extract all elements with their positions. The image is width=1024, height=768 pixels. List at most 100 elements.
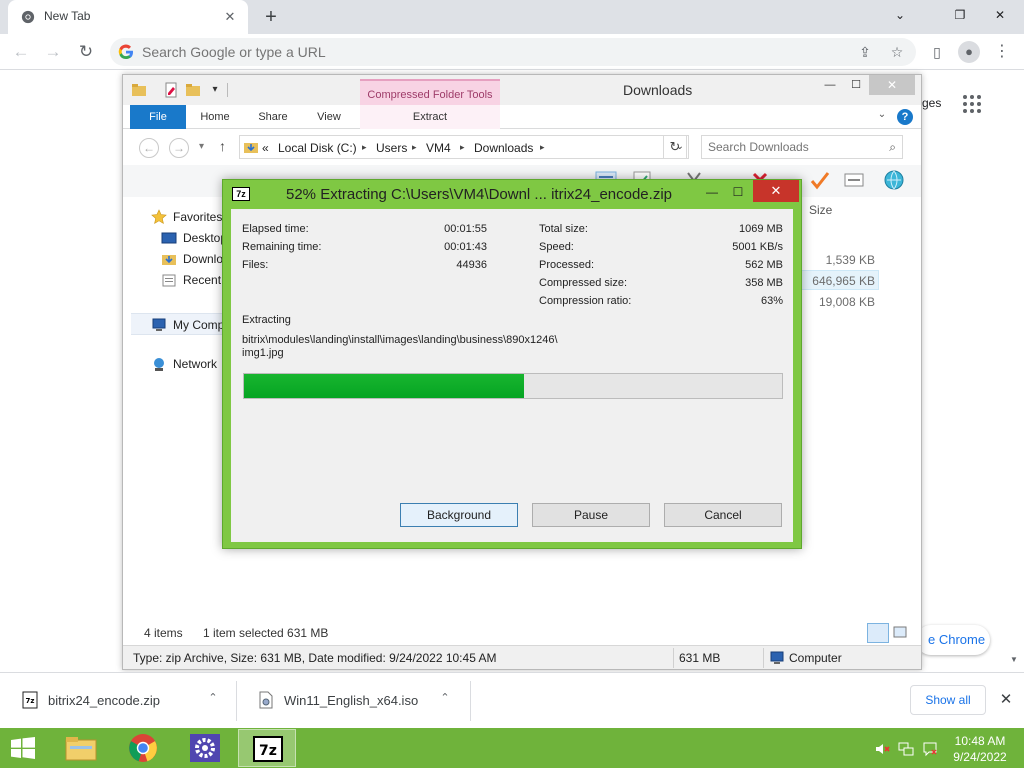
tab-extract[interactable]: Extract	[360, 105, 500, 129]
current-file-name: img1.jpg	[242, 347, 284, 359]
column-header-size[interactable]: Size	[809, 203, 832, 217]
download-separator	[470, 681, 471, 721]
check-icon[interactable]	[809, 169, 831, 191]
downloads-icon	[162, 255, 176, 265]
breadcrumb-prefix[interactable]: «	[262, 141, 269, 155]
address-bar[interactable]: « Local Disk (C:) ▸ Users ▸ VM4 ▸ Downlo…	[239, 135, 689, 159]
pause-button[interactable]: Pause	[532, 503, 650, 527]
breadcrumb-local-disk[interactable]: Local Disk (C:)	[278, 141, 357, 155]
explorer-maximize-button[interactable]: ☐	[843, 75, 869, 95]
search-box[interactable]: ⌕	[701, 135, 903, 159]
explorer-forward-button[interactable]: →	[169, 138, 189, 158]
taskbar-chrome[interactable]	[114, 729, 172, 767]
properties-icon[interactable]	[163, 82, 179, 98]
clock-time[interactable]: 10:48 AM	[944, 734, 1016, 748]
download-options-chevron-icon[interactable]: ⌃	[436, 691, 454, 709]
recent-locations-icon[interactable]: ▾	[199, 141, 204, 152]
processed-value: 562 MB	[745, 259, 783, 271]
window-icon[interactable]	[843, 169, 865, 191]
customize-chrome-button[interactable]: e Chrome	[916, 625, 990, 655]
large-icons-view-icon[interactable]	[893, 625, 907, 639]
explorer-back-button[interactable]: ←	[139, 138, 159, 158]
action-center-icon[interactable]	[922, 741, 938, 757]
download-item[interactable]: Win11_English_x64.iso ⌃	[236, 673, 470, 729]
explorer-minimize-button[interactable]: —	[817, 75, 843, 95]
details-view-button[interactable]	[867, 623, 889, 643]
profile-avatar[interactable]: ●	[958, 41, 980, 63]
chrome-tab-search-icon[interactable]: ⌄	[884, 0, 916, 34]
svg-text:7z: 7z	[26, 697, 35, 705]
file-size-cell[interactable]: 19,008 KB	[799, 295, 875, 309]
7zip-extract-dialog: 7z 52% Extracting C:\Users\VM4\Downl ...…	[222, 179, 802, 549]
omnibox[interactable]: ⇪ ☆	[110, 38, 916, 66]
search-input[interactable]	[708, 140, 868, 154]
breadcrumb-chevron-icon[interactable]: ▸	[362, 142, 367, 153]
windows-start-icon[interactable]	[8, 736, 38, 760]
ribbon-expand-icon[interactable]: ⌄	[875, 109, 889, 123]
chrome-close-button[interactable]: ✕	[984, 0, 1016, 34]
7zip-close-button[interactable]: ✕	[753, 180, 799, 202]
qat-customize-icon[interactable]: ▾	[207, 82, 223, 98]
7zip-maximize-button[interactable]: ☐	[725, 182, 751, 202]
download-item[interactable]: 7z bitrix24_encode.zip ⌃	[0, 673, 236, 729]
file-explorer-icon	[65, 737, 97, 761]
globe-icon[interactable]	[883, 169, 905, 191]
total-size-label: Total size:	[539, 223, 588, 235]
back-button[interactable]: ←	[8, 39, 34, 65]
star-icon	[151, 209, 167, 225]
qat-separator	[227, 83, 228, 97]
taskbar-7zip[interactable]: 7z	[238, 729, 296, 767]
tab-share[interactable]: Share	[249, 105, 297, 129]
search-icon: ⌕	[889, 140, 896, 154]
tab-title: New Tab	[44, 9, 91, 23]
tab-new-tab[interactable]: New Tab ✕	[8, 0, 248, 34]
taskbar-settings[interactable]	[176, 729, 234, 767]
volume-muted-icon[interactable]	[874, 741, 890, 757]
show-all-button[interactable]: Show all	[910, 685, 986, 715]
file-size-cell[interactable]: 1,539 KB	[799, 253, 875, 267]
clock-date[interactable]: 9/24/2022	[944, 750, 1016, 764]
forward-button[interactable]: →	[40, 39, 66, 65]
breadcrumb-downloads[interactable]: Downloads	[474, 141, 533, 155]
chrome-restore-button[interactable]: ❐	[944, 0, 976, 34]
refresh-button[interactable]: ↻	[663, 135, 687, 159]
breadcrumb-vm4[interactable]: VM4	[426, 141, 451, 155]
tab-home[interactable]: Home	[191, 105, 239, 129]
background-button[interactable]: Background	[400, 503, 518, 527]
remaining-time-value: 00:01:43	[444, 241, 487, 253]
processed-label: Processed:	[539, 259, 595, 271]
new-folder-icon[interactable]	[185, 82, 201, 98]
chrome-menu-icon[interactable]: ⋮	[992, 42, 1012, 62]
bookmark-star-icon[interactable]: ☆	[888, 43, 906, 61]
cancel-button[interactable]: Cancel	[664, 503, 782, 527]
taskbar-file-explorer[interactable]	[52, 729, 110, 767]
breadcrumb-users[interactable]: Users	[376, 141, 407, 155]
7zip-minimize-button[interactable]: —	[699, 182, 725, 202]
address-row: ← → ▾ ↑ « Local Disk (C:) ▸ Users ▸ VM4 …	[123, 131, 921, 165]
tab-close-icon[interactable]: ✕	[220, 7, 240, 27]
help-icon[interactable]: ?	[897, 109, 913, 125]
selection-info: 1 item selected 631 MB	[203, 626, 329, 640]
side-panel-icon[interactable]: ▯	[927, 42, 947, 62]
up-button[interactable]: ↑	[219, 138, 226, 154]
explorer-close-button[interactable]: ✕	[869, 75, 915, 95]
google-apps-icon[interactable]	[962, 94, 982, 114]
share-icon[interactable]: ⇪	[856, 43, 874, 61]
item-count: 4 items	[144, 626, 183, 640]
location-text: Computer	[789, 651, 842, 665]
current-path-line: bitrix\modules\landing\install\images\la…	[242, 334, 558, 346]
file-size-cell[interactable]: 646,965 KB	[799, 274, 875, 288]
breadcrumb-chevron-icon[interactable]: ▸	[460, 142, 465, 153]
breadcrumb-chevron-icon[interactable]: ▸	[540, 142, 545, 153]
ntp-images-link[interactable]: ges	[922, 96, 941, 110]
page-scroll-down-icon[interactable]: ▼	[1010, 655, 1018, 664]
tab-view[interactable]: View	[305, 105, 353, 129]
omnibox-input[interactable]	[142, 43, 842, 61]
breadcrumb-chevron-icon[interactable]: ▸	[412, 142, 417, 153]
network-tray-icon[interactable]	[898, 741, 914, 757]
new-tab-button[interactable]: +	[260, 5, 282, 29]
reload-button[interactable]: ↻	[73, 39, 99, 65]
tab-file[interactable]: File	[130, 105, 186, 129]
download-options-chevron-icon[interactable]: ⌃	[204, 691, 222, 709]
close-shelf-icon[interactable]: ✕	[996, 690, 1016, 710]
